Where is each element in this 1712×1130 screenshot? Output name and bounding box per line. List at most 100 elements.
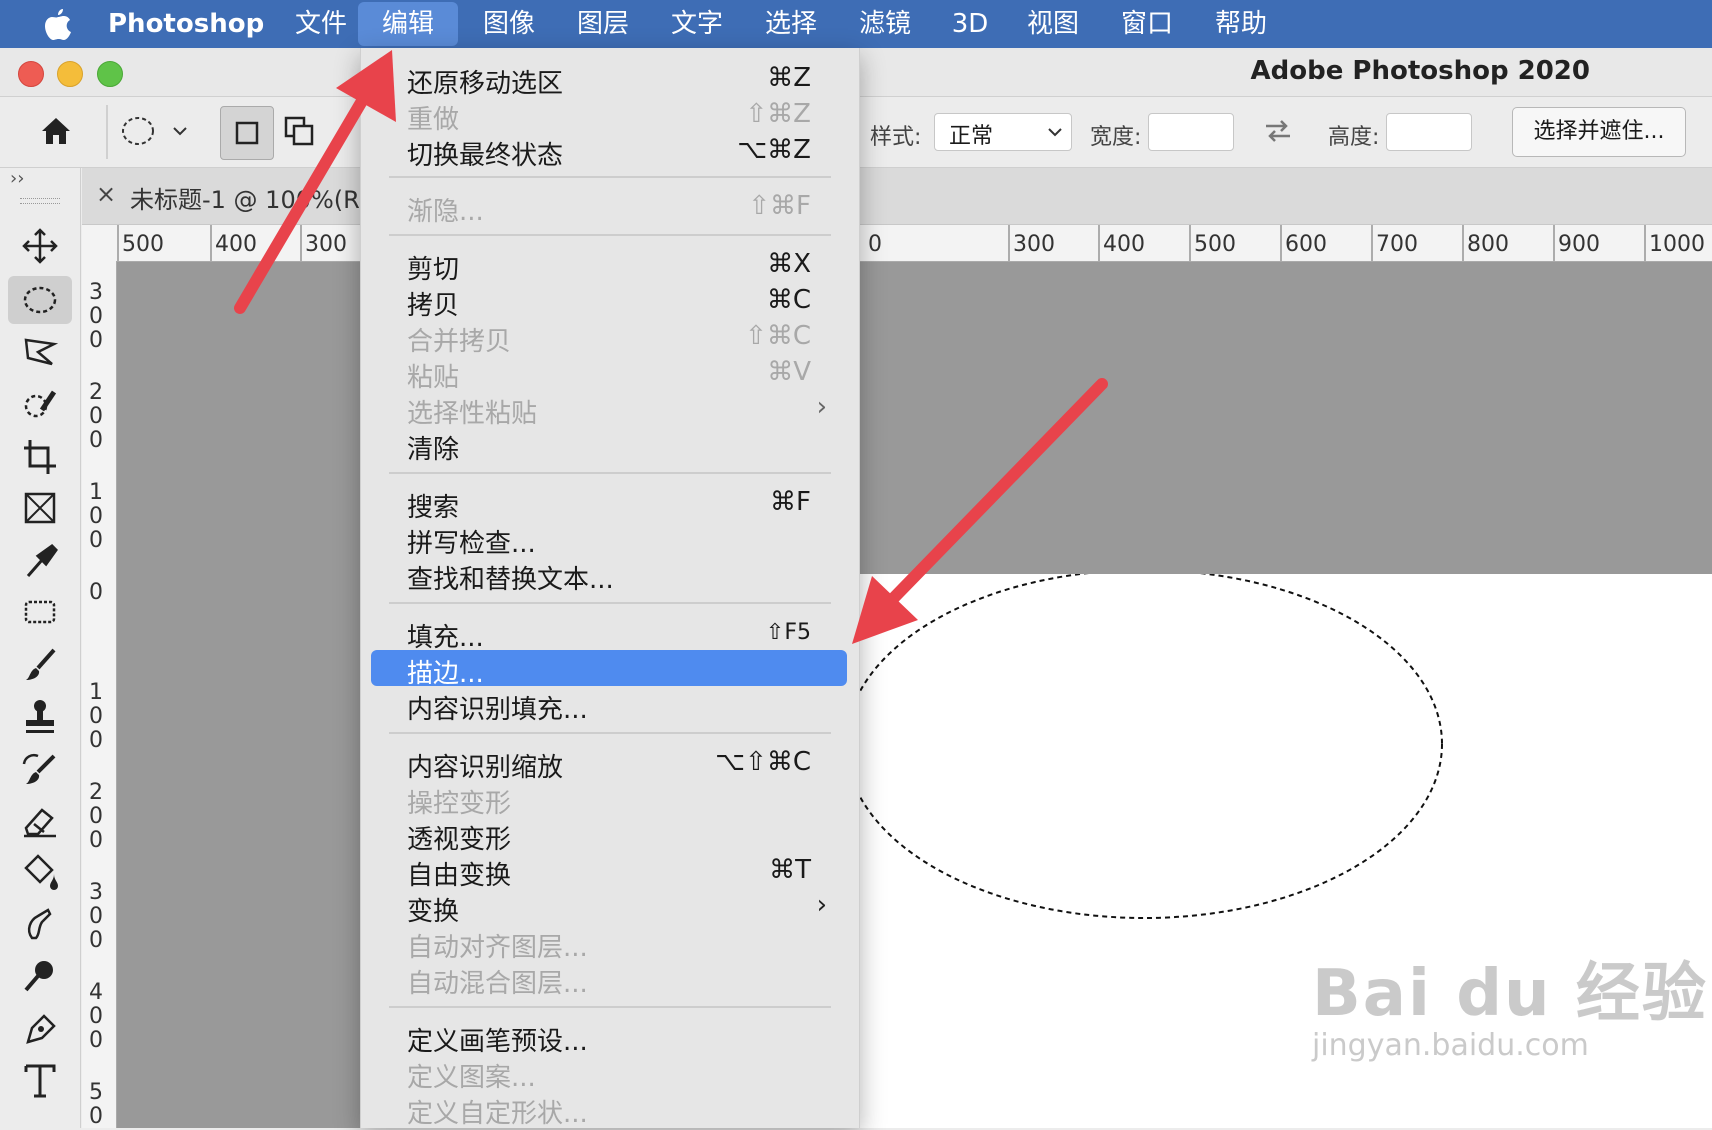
width-label: 宽度:	[1090, 125, 1142, 150]
chevron-down-icon	[1048, 128, 1062, 137]
menu-item-undo[interactable]: 还原移动选区 ⌘Z	[361, 60, 859, 99]
menu-item-fade: 渐隐... ⇧⌘F	[407, 191, 811, 227]
eyedropper-tool-icon[interactable]	[8, 536, 72, 584]
menu-item-define-custom-shape: 定义自定形状...	[407, 1099, 588, 1129]
height-input[interactable]	[1386, 113, 1472, 151]
ellipse-marquee-preset-icon[interactable]	[120, 113, 190, 153]
ruler-label: 400	[215, 232, 257, 257]
ruler-label: 900	[1558, 232, 1600, 257]
type-tool-icon[interactable]	[8, 1056, 72, 1104]
ruler-label: 300	[305, 232, 347, 257]
menu-item-find-replace-text[interactable]: 查找和替换文本...	[361, 556, 859, 595]
menu-separator	[389, 1006, 831, 1008]
menu-app-name[interactable]: Photoshop	[108, 0, 264, 48]
horizontal-ruler: 500 400 300 0 300 400 500 600 700 800 90…	[82, 225, 1712, 262]
clone-stamp-tool-icon[interactable]	[8, 692, 72, 740]
ruler-label: 200	[89, 380, 103, 453]
menu-item-paste: 粘贴 ⌘V	[407, 357, 811, 393]
close-document-icon[interactable]: ×	[96, 180, 116, 208]
menu-image[interactable]: 图像	[478, 0, 540, 48]
menu-edit[interactable]: 编辑	[358, 2, 458, 46]
menu-item-toggle-last-state[interactable]: 切换最终状态 ⌥⌘Z	[361, 132, 859, 171]
ruler-label: 300	[1013, 232, 1055, 257]
width-input[interactable]	[1148, 113, 1234, 151]
document-tab-bar: × 未标题-1 @ 100%(RG	[82, 168, 1712, 225]
menu-item-copy[interactable]: 拷贝 ⌘C	[361, 282, 859, 321]
baidu-watermark: Bai du 经验 jingyan.baidu.com	[1312, 942, 1708, 1063]
canvas-area[interactable]: Bai du 经验 jingyan.baidu.com	[117, 262, 1712, 1128]
crop-tool-icon[interactable]	[8, 432, 72, 480]
brush-tool-icon[interactable]	[8, 640, 72, 688]
menu-separator	[389, 234, 831, 236]
ruler-label: 300	[89, 280, 103, 353]
menu-3d[interactable]: 3D	[948, 0, 992, 48]
object-selection-tool-icon[interactable]	[8, 380, 72, 428]
panel-grip[interactable]	[20, 198, 60, 204]
menu-item-content-aware-fill[interactable]: 内容识别填充...	[361, 686, 859, 725]
history-brush-tool-icon[interactable]	[8, 744, 72, 792]
menu-type[interactable]: 文字	[666, 0, 728, 48]
menu-item-cut[interactable]: 剪切 ⌘X	[361, 246, 859, 285]
smudge-tool-icon[interactable]	[8, 900, 72, 948]
menu-help[interactable]: 帮助	[1210, 0, 1272, 48]
menu-layer[interactable]: 图层	[572, 0, 634, 48]
vertical-ruler: 300 200 100 0 100 200 300 400 500	[82, 261, 117, 1128]
menu-item-stroke[interactable]: 描边...	[371, 650, 847, 689]
eraser-tool-icon[interactable]	[8, 796, 72, 844]
swap-width-height-icon[interactable]	[1262, 115, 1294, 151]
ruler-label: 700	[1376, 232, 1418, 257]
apple-menu-icon[interactable]	[40, 0, 76, 48]
menu-item-clear[interactable]: 清除	[361, 426, 859, 465]
edit-menu-dropdown: 还原移动选区 ⌘Z 重做 ⇧⌘Z 切换最终状态 ⌥⌘Z 渐隐... ⇧⌘F 剪切 ⌘X 拷…	[360, 48, 860, 1129]
zoom-window-button[interactable]	[97, 61, 123, 87]
home-icon[interactable]	[38, 113, 74, 153]
menu-item-spell-check[interactable]: 拼写检查...	[361, 520, 859, 559]
menu-separator	[389, 472, 831, 474]
menu-item-perspective-warp[interactable]: 透视变形	[361, 816, 859, 855]
mac-menubar: Photoshop 文件 编辑 图像 图层 文字 选择 滤镜 3D 视图 窗口 …	[0, 0, 1712, 48]
menu-separator	[389, 176, 831, 178]
menu-select[interactable]: 选择	[760, 0, 822, 48]
ruler-label: 100	[89, 680, 103, 753]
menu-view[interactable]: 视图	[1022, 0, 1084, 48]
minimize-window-button[interactable]	[57, 61, 83, 87]
dodge-tool-icon[interactable]	[8, 952, 72, 1000]
menu-item-copy-merged: 合并拷贝 ⇧⌘C	[407, 321, 811, 357]
menu-item-transform[interactable]: 变换 ›	[361, 888, 859, 927]
chevron-right-icon: ›	[816, 392, 827, 422]
close-window-button[interactable]	[18, 61, 44, 87]
ruler-label: 100	[89, 480, 103, 553]
menu-separator	[389, 732, 831, 734]
new-selection-mode-button[interactable]	[220, 106, 274, 160]
menu-item-define-brush-preset[interactable]: 定义画笔预设...	[361, 1018, 859, 1057]
pen-tool-icon[interactable]	[8, 1004, 72, 1052]
move-tool-icon[interactable]	[8, 222, 72, 270]
watermark-line1: Bai du 经验	[1312, 957, 1708, 1031]
document-tab-title[interactable]: 未标题-1 @ 100%(RG	[130, 180, 378, 215]
menu-window[interactable]: 窗口	[1116, 0, 1178, 48]
menu-item-search[interactable]: 搜索 ⌘F	[361, 484, 859, 523]
add-selection-mode-button[interactable]	[280, 106, 340, 162]
ruler-label: 200	[89, 780, 103, 853]
menu-file[interactable]: 文件	[290, 0, 352, 48]
style-select[interactable]: 正常	[934, 113, 1072, 151]
tools-panel: ››	[0, 168, 81, 1128]
expand-panel-icon[interactable]: ››	[10, 168, 24, 189]
menu-item-define-pattern: 定义图案...	[407, 1063, 536, 1093]
menu-item-puppet-warp: 操控变形	[407, 789, 512, 819]
menu-item-content-aware-scale[interactable]: 内容识别缩放 ⌥⇧⌘C	[361, 744, 859, 783]
ruler-label: 500	[1194, 232, 1236, 257]
menu-item-paste-special: 选择性粘贴 ›	[407, 392, 827, 429]
menu-item-free-transform[interactable]: 自由变换 ⌘T	[361, 852, 859, 891]
polygonal-lasso-tool-icon[interactable]	[8, 328, 72, 376]
frame-tool-icon[interactable]	[8, 484, 72, 532]
menu-separator	[389, 602, 831, 604]
paint-bucket-tool-icon[interactable]	[8, 848, 72, 896]
menu-filter[interactable]: 滤镜	[854, 0, 916, 48]
ellipse-marquee-tool-icon[interactable]	[8, 276, 72, 324]
ruler-label: 600	[1285, 232, 1327, 257]
menu-item-fill[interactable]: 填充... ⇧F5	[361, 614, 859, 653]
menu-item-auto-align-layers: 自动对齐图层...	[407, 933, 588, 963]
healing-brush-tool-icon[interactable]	[8, 588, 72, 636]
select-and-mask-button[interactable]: 选择并遮住...	[1512, 107, 1686, 157]
